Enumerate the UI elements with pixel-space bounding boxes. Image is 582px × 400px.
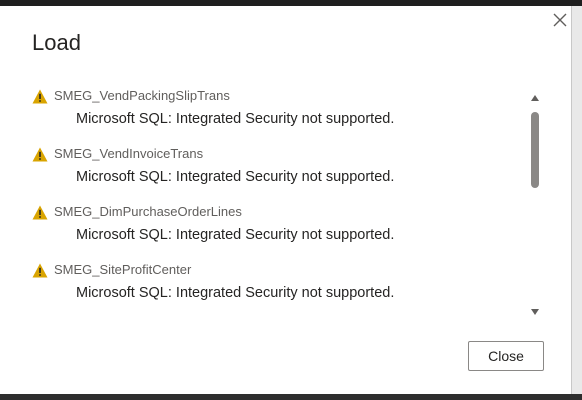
scroll-up-arrow-icon[interactable] — [530, 94, 540, 102]
item-name: SMEG_VendInvoiceTrans — [54, 146, 204, 161]
scroll-down-arrow-icon[interactable] — [530, 308, 540, 316]
item-name: SMEG_VendPackingSlipTrans — [54, 88, 230, 103]
item-name: SMEG_DimPurchaseOrderLines — [54, 204, 242, 219]
close-x-icon[interactable] — [550, 10, 570, 30]
list-item: SMEG_SiteProfitCenter Microsoft SQL: Int… — [30, 260, 520, 316]
warning-icon — [32, 205, 48, 220]
warning-icon — [32, 89, 48, 104]
vertical-scrollbar[interactable] — [528, 92, 542, 320]
list-item: SMEG_DimPurchaseOrderLines Microsoft SQL… — [30, 202, 520, 260]
scrollbar-thumb[interactable] — [531, 112, 539, 188]
item-message: Microsoft SQL: Integrated Security not s… — [76, 227, 395, 243]
item-message: Microsoft SQL: Integrated Security not s… — [76, 169, 395, 185]
warning-icon — [32, 263, 48, 278]
list-item: SMEG_VendInvoiceTrans Microsoft SQL: Int… — [30, 144, 520, 202]
dialog-title: Load — [32, 30, 81, 55]
backdrop-bottom — [0, 394, 582, 400]
item-message: Microsoft SQL: Integrated Security not s… — [76, 285, 395, 301]
load-dialog: Load SMEG_VendPackingSlipTrans Microsoft… — [0, 6, 572, 394]
close-button[interactable]: Close — [468, 341, 544, 371]
list-item: SMEG_VendPackingSlipTrans Microsoft SQL:… — [30, 86, 520, 144]
warning-list: SMEG_VendPackingSlipTrans Microsoft SQL:… — [30, 86, 520, 316]
item-name: SMEG_SiteProfitCenter — [54, 262, 192, 277]
backdrop-right — [572, 6, 582, 400]
item-message: Microsoft SQL: Integrated Security not s… — [76, 111, 395, 127]
warning-icon — [32, 147, 48, 162]
